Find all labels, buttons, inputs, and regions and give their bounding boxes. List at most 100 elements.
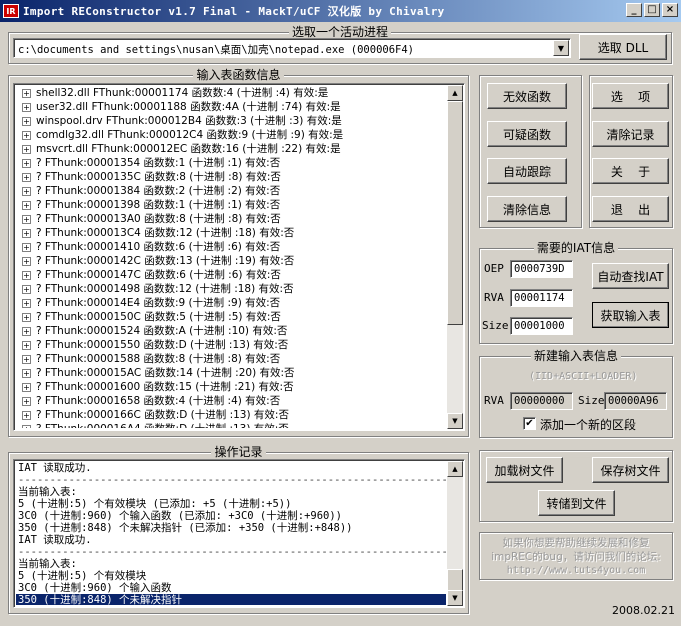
expand-icon[interactable]: + [22, 410, 31, 420]
process-combobox[interactable]: c:\documents and settings\nusan\桌面\加壳\no… [13, 38, 571, 58]
log-row[interactable]: IAT 读取成功. [16, 462, 446, 474]
tree-row[interactable]: + ? FThunk:0000135C 函数数:8 (十进制 :8) 有效:否 [16, 170, 446, 184]
expand-icon[interactable]: + [22, 158, 31, 168]
scroll-down-icon[interactable]: ▼ [447, 413, 463, 429]
about-button[interactable]: 关 于 [592, 158, 669, 184]
tree-row[interactable]: + ? FThunk:00001524 函数数:A (十进制 :10) 有效:否 [16, 324, 446, 338]
oep-field[interactable]: 0000739D [510, 260, 573, 278]
tree-row[interactable]: + ? FThunk:00001398 函数数:1 (十进制 :1) 有效:否 [16, 198, 446, 212]
tree-row[interactable]: + ? FThunk:0000150C 函数数:5 (十进制 :5) 有效:否 [16, 310, 446, 324]
tree-row[interactable]: + ? FThunk:0000147C 函数数:6 (十进制 :6) 有效:否 [16, 268, 446, 282]
tree-row[interactable]: + ? FThunk:00001410 函数数:6 (十进制 :6) 有效:否 [16, 240, 446, 254]
log-row[interactable]: ----------------------------------------… [16, 546, 446, 558]
tree-row[interactable]: + ? FThunk:00001588 函数数:8 (十进制 :8) 有效:否 [16, 352, 446, 366]
expand-icon[interactable]: + [22, 340, 31, 350]
log-row[interactable]: IAT 读取成功. [16, 534, 446, 546]
save-tree-button[interactable]: 保存树文件 [592, 457, 669, 483]
tree-row[interactable]: + ? FThunk:00001600 函数数:15 (十进制 :21) 有效:否 [16, 380, 446, 394]
support-text: 如果你想要帮助继续发展和修复 impREC的bug，请访问我们的论坛: http… [481, 536, 671, 578]
clear-info-button[interactable]: 清除信息 [487, 196, 567, 222]
log-row[interactable]: ----------------------------------------… [16, 474, 446, 486]
tree-row[interactable]: + ? FThunk:000014E4 函数数:9 (十进制 :9) 有效:否 [16, 296, 446, 310]
expand-icon[interactable]: + [22, 200, 31, 210]
expand-icon[interactable]: + [22, 214, 31, 224]
tree-row[interactable]: + ? FThunk:0000166C 函数数:D (十进制 :13) 有效:否 [16, 408, 446, 422]
pick-dll-button[interactable]: 选取 DLL [579, 34, 667, 60]
tree-row[interactable]: + msvcrt.dll FThunk:000012EC 函数数:16 (十进制 … [16, 142, 446, 156]
tree-row[interactable]: + ? FThunk:00001550 函数数:D (十进制 :13) 有效:否 [16, 338, 446, 352]
tree-row[interactable]: + ? FThunk:00001384 函数数:2 (十进制 :2) 有效:否 [16, 184, 446, 198]
tree-row[interactable]: + comdlg32.dll FThunk:000012C4 函数数:9 (十进制… [16, 128, 446, 142]
add-section-checkbox[interactable]: ✔ [523, 417, 536, 430]
dump-to-file-button[interactable]: 转储到文件 [538, 490, 615, 516]
tree-row[interactable]: + ? FThunk:0000142C 函数数:13 (十进制 :19) 有效:否 [16, 254, 446, 268]
scroll-up-icon[interactable]: ▲ [447, 85, 463, 101]
log-scrollbar[interactable]: ▲ ▼ [447, 461, 463, 606]
tree-row[interactable]: + ? FThunk:00001354 函数数:1 (十进制 :1) 有效:否 [16, 156, 446, 170]
expand-icon[interactable]: + [22, 284, 31, 294]
log-row[interactable]: 3C0 (十进制:960) 个输入函数 [16, 582, 446, 594]
invalid-funcs-button[interactable]: 无效函数 [487, 83, 567, 109]
expand-icon[interactable]: + [22, 144, 31, 154]
expand-icon[interactable]: + [22, 256, 31, 266]
expand-icon[interactable]: + [22, 298, 31, 308]
tree-row[interactable]: + ? FThunk:00001658 函数数:4 (十进制 :4) 有效:否 [16, 394, 446, 408]
expand-icon[interactable]: + [22, 312, 31, 322]
expand-icon[interactable]: + [22, 354, 31, 364]
expand-icon[interactable]: + [22, 102, 31, 112]
exit-button[interactable]: 退 出 [592, 196, 669, 222]
expand-icon[interactable]: + [22, 242, 31, 252]
expand-icon[interactable]: + [22, 116, 31, 126]
imports-scrollbar[interactable]: ▲ ▼ [447, 85, 463, 429]
close-button[interactable]: × [662, 3, 678, 17]
log-row[interactable]: 350 (十进制:848) 个未解决指针 (已添加: +350 (十进制:+84… [16, 522, 446, 534]
imports-tree[interactable]: + shell32.dll FThunk:00001174 函数数:4 (十进制 … [13, 83, 465, 431]
new-size-label: Size [578, 394, 605, 407]
new-size-field: 00000A96 [604, 392, 667, 410]
expand-icon[interactable]: + [22, 368, 31, 378]
suspicious-funcs-button[interactable]: 可疑函数 [487, 121, 567, 147]
log-scroll-down-icon[interactable]: ▼ [447, 590, 463, 606]
tree-row[interactable]: + ? FThunk:000015AC 函数数:14 (十进制 :20) 有效:否 [16, 366, 446, 380]
log-row[interactable]: 3C0 (十进制:960) 个输入函数 (已添加: +3C0 (十进制:+960… [16, 510, 446, 522]
tree-row[interactable]: + ? FThunk:00001498 函数数:12 (十进制 :18) 有效:否 [16, 282, 446, 296]
tree-row[interactable]: + winspool.drv FThunk:000012B4 函数数:3 (十进制… [16, 114, 446, 128]
options-button[interactable]: 选 项 [592, 83, 669, 109]
log-scroll-thumb[interactable] [447, 569, 463, 591]
support-link[interactable]: http://www.tuts4you.com [481, 564, 671, 578]
log-scroll-up-icon[interactable]: ▲ [447, 461, 463, 477]
minimize-button[interactable]: _ [626, 3, 642, 17]
maximize-button[interactable]: □ [644, 3, 660, 17]
tree-row[interactable]: + ? FThunk:000016A4 函数数:D (十进制 :13) 有效:否 [16, 422, 446, 428]
log-list[interactable]: IAT 读取成功. -------------------------------… [13, 459, 465, 608]
tree-row[interactable]: + user32.dll FThunk:00001188 函数数:4A (十进制 … [16, 100, 446, 114]
expand-icon[interactable]: + [22, 270, 31, 280]
auto-trace-button[interactable]: 自动跟踪 [487, 158, 567, 184]
load-tree-button[interactable]: 加载树文件 [486, 457, 563, 483]
expand-icon[interactable]: + [22, 382, 31, 392]
log-row[interactable]: 5 (十进制:5) 个有效模块 (已添加: +5 (十进制:+5)) [16, 498, 446, 510]
clear-log-button[interactable]: 清除记录 [592, 121, 669, 147]
log-row[interactable]: 5 (十进制:5) 个有效模块 [16, 570, 446, 582]
auto-find-iat-button[interactable]: 自动查找IAT [592, 263, 669, 289]
log-entries: IAT 读取成功. -------------------------------… [16, 462, 446, 605]
scroll-thumb[interactable] [447, 101, 463, 325]
expand-icon[interactable]: + [22, 172, 31, 182]
iat-rva-field[interactable]: 00001174 [510, 289, 573, 307]
expand-icon[interactable]: + [22, 424, 31, 428]
expand-icon[interactable]: + [22, 228, 31, 238]
expand-icon[interactable]: + [22, 130, 31, 140]
tree-row[interactable]: + shell32.dll FThunk:00001174 函数数:4 (十进制 … [16, 86, 446, 100]
chevron-down-icon[interactable]: ▼ [553, 40, 569, 56]
expand-icon[interactable]: + [22, 396, 31, 406]
expand-icon[interactable]: + [22, 88, 31, 98]
iat-size-field[interactable]: 00001000 [510, 317, 573, 335]
tree-row[interactable]: + ? FThunk:000013C4 函数数:12 (十进制 :18) 有效:否 [16, 226, 446, 240]
get-imports-button[interactable]: 获取输入表 [592, 302, 669, 328]
log-row[interactable]: 当前输入表: [16, 558, 446, 570]
expand-icon[interactable]: + [22, 186, 31, 196]
log-row[interactable]: 当前输入表: [16, 486, 446, 498]
log-row[interactable]: 350 (十进制:848) 个未解决指针 [16, 594, 446, 605]
tree-row[interactable]: + ? FThunk:000013A0 函数数:8 (十进制 :8) 有效:否 [16, 212, 446, 226]
expand-icon[interactable]: + [22, 326, 31, 336]
